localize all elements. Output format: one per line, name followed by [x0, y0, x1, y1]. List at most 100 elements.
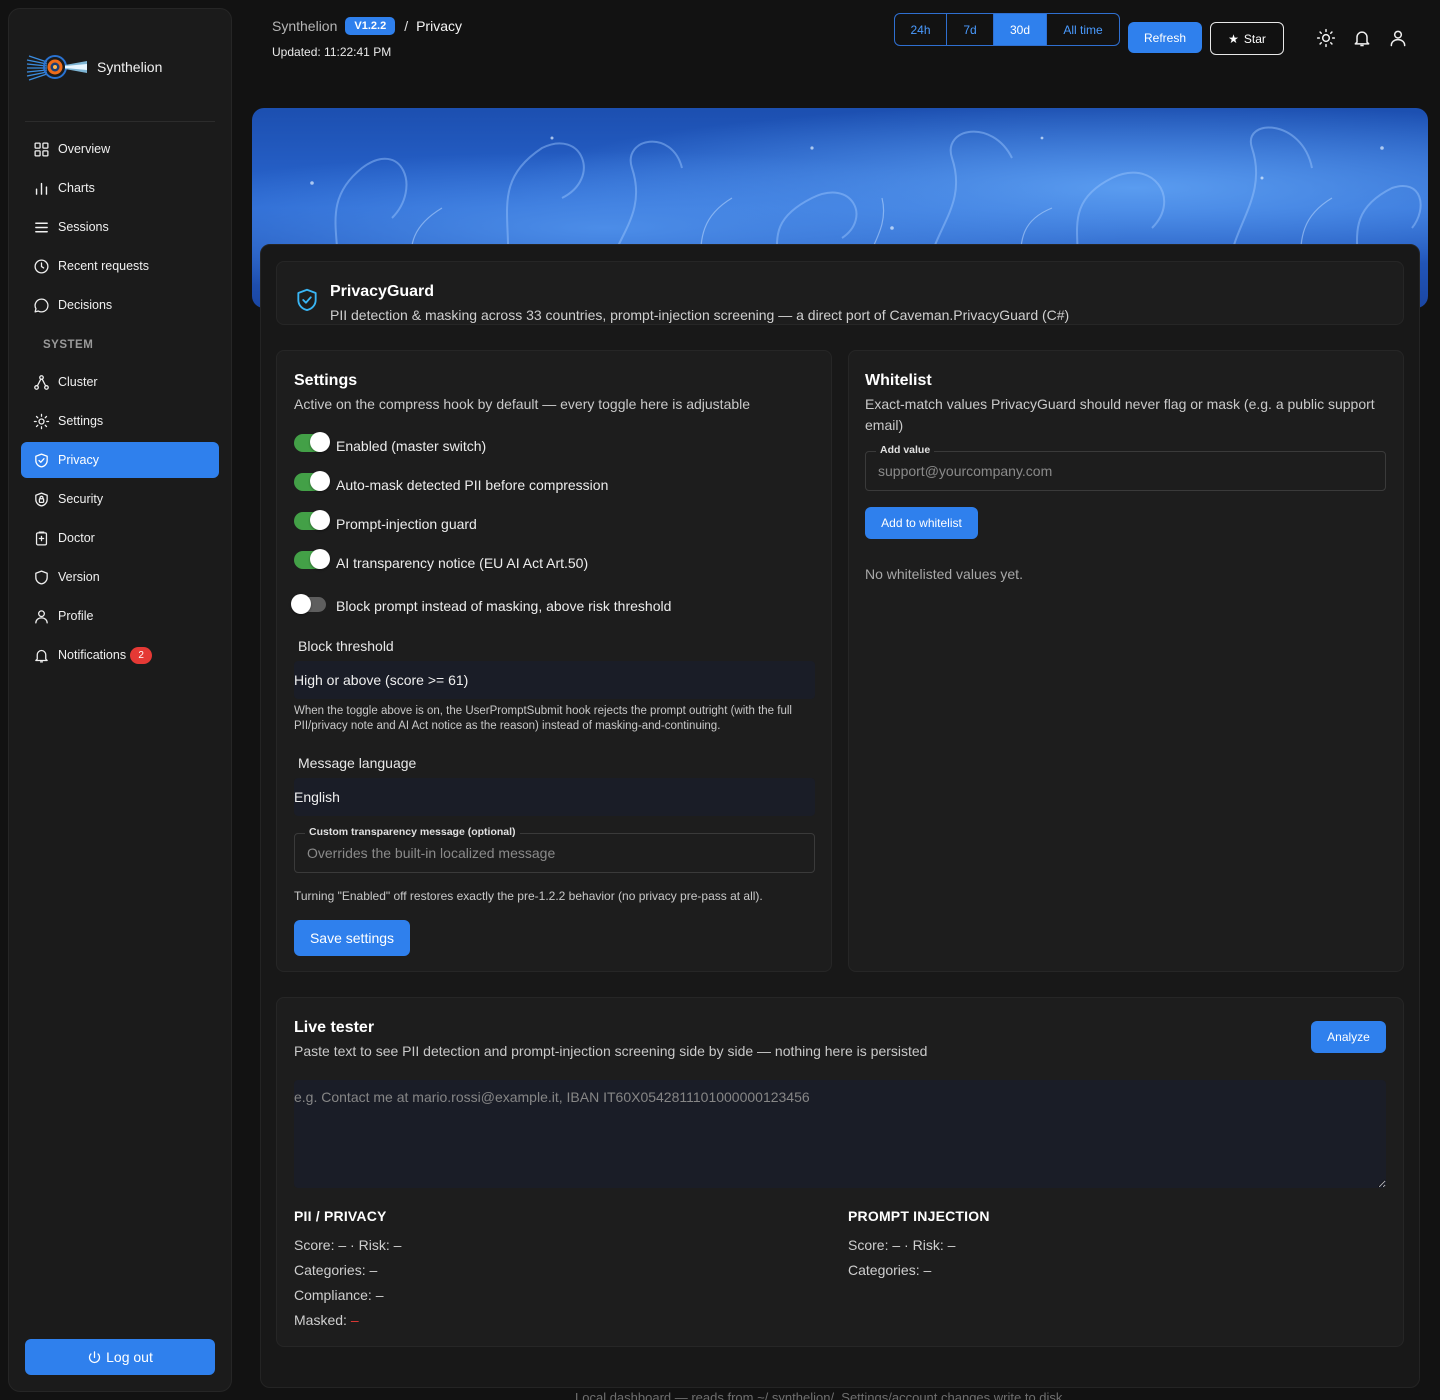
message-language-select[interactable]: English	[294, 778, 815, 816]
settings-subtitle: Active on the compress hook by default —…	[294, 396, 751, 412]
range-all-time-button[interactable]: All time	[1047, 14, 1119, 45]
brand-name: Synthelion	[97, 59, 163, 75]
toggle-label: Block prompt instead of masking, above r…	[336, 598, 672, 614]
range-24h-button[interactable]: 24h	[895, 14, 947, 45]
bell-icon	[35, 649, 48, 663]
updated-timestamp: Updated: 11:22:41 PM	[272, 45, 392, 59]
power-icon	[89, 1350, 101, 1363]
sidebar: Synthelion Overview Charts Sessions Rece…	[8, 8, 232, 1392]
sidebar-nav: Overview Charts Sessions Recent requests…	[21, 131, 219, 676]
live-tester-subtitle: Paste text to see PII detection and prom…	[294, 1043, 928, 1059]
toggle-ai-transparency[interactable]	[294, 548, 330, 569]
sidebar-item-label: Decisions	[58, 298, 113, 312]
clock-icon	[34, 258, 49, 274]
bell-icon[interactable]	[1352, 28, 1372, 48]
block-threshold-value: High or above (score >= 61)	[294, 672, 469, 688]
gear-icon	[33, 413, 50, 429]
sidebar-item-settings[interactable]: Settings	[21, 403, 219, 439]
pii-score-risk: Score: – · Risk: –	[294, 1237, 402, 1253]
notification-count-badge: 2	[130, 646, 153, 664]
breadcrumb-app[interactable]: Synthelion	[272, 18, 337, 34]
toggle-row-enabled: Enabled (master switch)	[294, 431, 486, 454]
shield-lock-icon	[35, 491, 48, 507]
time-range-selector: 24h 7d 30d All time	[894, 13, 1120, 46]
sidebar-item-sessions[interactable]: Sessions	[21, 209, 219, 245]
toggle-enabled[interactable]	[294, 431, 330, 452]
block-threshold-select[interactable]: High or above (score >= 61)	[294, 661, 815, 699]
injection-categories: Categories: –	[848, 1262, 932, 1278]
whitelist-add-field: Add value	[865, 444, 1386, 491]
injection-score-risk: Score: – · Risk: –	[848, 1237, 956, 1253]
toggle-label: Enabled (master switch)	[336, 438, 487, 454]
sidebar-divider	[25, 121, 215, 122]
sidebar-item-charts[interactable]: Charts	[21, 170, 219, 206]
toggle-label: Prompt-injection guard	[336, 516, 477, 532]
range-30d-button[interactable]: 30d	[994, 14, 1047, 45]
save-settings-button[interactable]: Save settings	[294, 920, 410, 956]
star-button[interactable]: ★ Star	[1210, 22, 1284, 55]
privacyguard-title: PrivacyGuard	[330, 283, 435, 300]
custom-message-input[interactable]	[307, 834, 802, 872]
theme-toggle-icon[interactable]	[1316, 28, 1336, 48]
sidebar-item-doctor[interactable]: Doctor	[21, 520, 219, 556]
brand-logo-icon	[25, 50, 89, 84]
whitelist-title: Whitelist	[865, 372, 932, 389]
brand[interactable]: Synthelion	[25, 47, 162, 87]
message-language-value: English	[294, 789, 340, 805]
settings-title: Settings	[294, 372, 358, 389]
toggle-row-block-prompt: Block prompt instead of masking, above r…	[291, 593, 672, 614]
sidebar-item-label: Cluster	[58, 375, 98, 389]
custom-message-field: Custom transparency message (optional)	[294, 826, 815, 873]
shield-check-icon	[35, 452, 48, 468]
sidebar-item-label: Sessions	[58, 220, 109, 234]
pii-results-heading: PII / PRIVACY	[294, 1208, 387, 1224]
sidebar-item-overview[interactable]: Overview	[21, 131, 219, 167]
sidebar-item-label: Settings	[58, 414, 104, 428]
sidebar-item-security[interactable]: Security	[21, 481, 219, 517]
sidebar-item-decisions[interactable]: Decisions	[21, 287, 219, 323]
bar-chart-icon	[35, 182, 48, 195]
sidebar-item-profile[interactable]: Profile	[21, 598, 219, 634]
tester-input-textarea[interactable]	[294, 1080, 1386, 1188]
footer-text: Local dashboard — reads from ~/.syntheli…	[575, 1390, 1067, 1400]
sidebar-item-cluster[interactable]: Cluster	[21, 364, 219, 400]
privacyguard-description: PII detection & masking across 33 countr…	[330, 307, 1070, 323]
shield-check-icon	[297, 288, 317, 311]
shield-icon	[35, 569, 48, 585]
sidebar-item-version[interactable]: Version	[21, 559, 219, 595]
breadcrumb-current-page: Privacy	[416, 18, 462, 34]
whitelist-add-input[interactable]	[878, 452, 1373, 490]
sidebar-item-label: Notifications	[58, 648, 127, 662]
refresh-button[interactable]: Refresh	[1128, 22, 1202, 53]
message-language-label: Message language	[298, 755, 417, 771]
sidebar-item-label: Charts	[58, 181, 95, 195]
logout-button[interactable]: Log out	[25, 1339, 215, 1375]
analyze-button[interactable]: Analyze	[1311, 1021, 1386, 1053]
toggle-row-ai-transparency: AI transparency notice (EU AI Act Art.50…	[294, 548, 588, 571]
sidebar-section-label: SYSTEM	[43, 339, 94, 351]
toggle-auto-mask[interactable]	[294, 470, 330, 491]
star-icon: ★	[1228, 31, 1239, 46]
toggle-prompt-injection[interactable]	[294, 509, 330, 530]
sidebar-item-notifications[interactable]: Notifications 2	[21, 637, 219, 673]
pii-masked: Masked: –	[294, 1312, 359, 1328]
pii-categories: Categories: –	[294, 1262, 378, 1278]
grid-icon	[34, 141, 49, 157]
range-7d-button[interactable]: 7d	[947, 14, 994, 45]
sidebar-item-label: Profile	[58, 609, 94, 623]
injection-results-heading: PROMPT INJECTION	[848, 1208, 990, 1224]
user-icon	[35, 609, 48, 624]
nodes-icon	[34, 374, 49, 390]
add-to-whitelist-button[interactable]: Add to whitelist	[865, 507, 978, 539]
sidebar-item-privacy[interactable]: Privacy	[21, 442, 219, 478]
list-icon	[35, 222, 48, 232]
settings-note: Turning "Enabled" off restores exactly t…	[294, 889, 763, 903]
sidebar-item-label: Privacy	[58, 453, 99, 467]
sidebar-item-label: Overview	[58, 142, 111, 156]
user-icon[interactable]	[1388, 28, 1408, 48]
sidebar-item-recent-requests[interactable]: Recent requests	[21, 248, 219, 284]
sidebar-item-label: Recent requests	[58, 259, 150, 273]
toggle-block-prompt[interactable]	[291, 593, 326, 614]
toggle-row-auto-mask: Auto-mask detected PII before compressio…	[294, 470, 608, 493]
version-badge: V1.2.2	[345, 17, 396, 35]
